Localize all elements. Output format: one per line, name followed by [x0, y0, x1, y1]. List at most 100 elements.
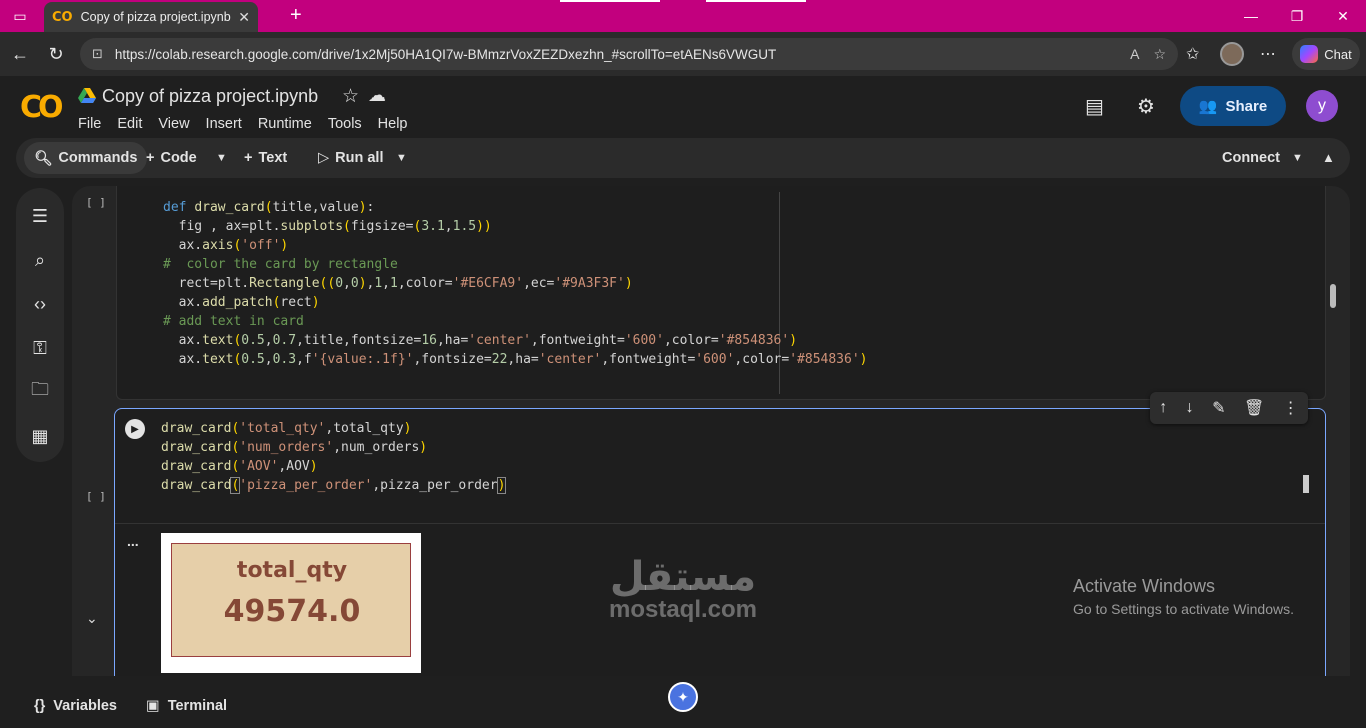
output-separator — [115, 523, 1325, 524]
colab-logo[interactable]: CO — [20, 90, 63, 125]
activate-title: Activate Windows — [1073, 576, 1216, 596]
commands-label: Commands — [58, 150, 138, 166]
braces-icon: {} — [34, 698, 46, 714]
run-all-label: Run all — [335, 150, 384, 166]
copilot-icon — [1300, 45, 1319, 63]
profile-area — [1220, 38, 1244, 70]
menu-edit[interactable]: Edit — [117, 116, 142, 132]
close-window-icon[interactable]: ✕ — [1320, 0, 1366, 32]
plus-icon: + — [146, 150, 155, 166]
play-icon: ▷ — [318, 150, 330, 166]
url-field[interactable]: ⊡ https://colab.research.google.com/driv… — [80, 38, 1178, 70]
code-snippets-icon[interactable]: ‹› — [28, 292, 52, 316]
menu-runtime[interactable]: Runtime — [258, 116, 312, 132]
menu-help[interactable]: Help — [378, 116, 408, 132]
tab-title: Copy of pizza project.ipynb - Cola — [80, 10, 233, 24]
notebook-scrollbar[interactable] — [1330, 284, 1336, 308]
data-table-icon[interactable]: ▦ — [28, 424, 52, 448]
chevron-down-icon[interactable]: ▼ — [1292, 152, 1303, 164]
cell-execution-count: [ ] — [86, 490, 106, 503]
commands-button[interactable]: 🔍︎ Commands — [24, 142, 148, 174]
editor-scroll-marker — [1303, 475, 1309, 493]
find-replace-icon[interactable]: ⌕ — [28, 248, 52, 272]
collapse-output-chevron-icon[interactable]: ⌄ — [86, 610, 98, 627]
run-all-button[interactable]: ▷ Run all — [318, 138, 384, 178]
output-card-figure: total_qty 49574.0 — [161, 533, 421, 673]
secrets-key-icon[interactable]: ⚿ — [28, 336, 52, 360]
tab-strip-divider — [706, 0, 806, 2]
move-up-icon[interactable]: ↑ — [1159, 399, 1167, 417]
refresh-icon[interactable]: ↻ — [38, 36, 74, 72]
add-code-button[interactable]: + Code — [146, 138, 197, 178]
tab-strip-divider — [560, 0, 660, 2]
read-aloud-icon[interactable]: A — [1130, 46, 1139, 62]
chevron-down-icon[interactable]: ▼ — [216, 152, 227, 164]
address-bar-row: ← ↻ ⊡ https://colab.research.google.com/… — [0, 32, 1366, 76]
terminal-icon: ▣ — [146, 698, 160, 714]
menu-view[interactable]: View — [158, 116, 189, 132]
profile-avatar[interactable] — [1220, 42, 1244, 66]
text-label: Text — [258, 150, 288, 166]
chevron-up-icon[interactable]: ▲ — [1322, 150, 1335, 165]
edit-pencil-icon[interactable]: ✎ — [1212, 398, 1225, 418]
new-tab-button[interactable]: + — [290, 4, 302, 27]
notebook-toolbar: 🔍︎ Commands + Code ▼ + Text ▷ Run all ▼ … — [16, 138, 1350, 178]
copilot-chat-button[interactable]: Chat — [1292, 38, 1360, 70]
delete-trash-icon[interactable]: 🗑 — [1244, 398, 1264, 418]
search-icon: 🔍︎ — [34, 150, 53, 167]
back-arrow-icon[interactable]: ← — [2, 36, 38, 72]
favorite-star-icon[interactable]: ☆ — [1153, 46, 1166, 63]
menu-file[interactable]: File — [78, 116, 101, 132]
share-button[interactable]: 👥 Share — [1180, 86, 1286, 126]
settings-gear-icon[interactable]: ⚙ — [1137, 94, 1155, 119]
connect-button[interactable]: Connect — [1222, 138, 1280, 178]
code-label: Code — [160, 150, 197, 166]
watermark-latin: mostaql.com — [608, 596, 758, 623]
chat-label: Chat — [1324, 46, 1352, 62]
colab-favicon-icon: CO — [52, 9, 73, 25]
more-options-icon[interactable]: ⋯ — [1260, 38, 1276, 70]
comments-icon[interactable]: ▤ — [1085, 94, 1104, 119]
notebook-title[interactable]: Copy of pizza project.ipynb — [102, 86, 318, 107]
close-tab-icon[interactable]: ✕ — [238, 9, 250, 26]
variables-label: Variables — [53, 698, 117, 714]
tab-actions-icon[interactable]: ▭ — [0, 0, 40, 32]
menu-tools[interactable]: Tools — [328, 116, 362, 132]
code-editor[interactable]: draw_card('total_qty',total_qty) draw_ca… — [161, 419, 507, 495]
terminal-button[interactable]: ▣ Terminal — [146, 698, 227, 714]
terminal-label: Terminal — [167, 698, 228, 714]
menu-insert[interactable]: Insert — [206, 116, 242, 132]
files-folder-icon[interactable]: 🗀 — [28, 379, 52, 404]
minimize-icon[interactable]: — — [1228, 0, 1274, 32]
browser-tab[interactable]: CO Copy of pizza project.ipynb - Cola ✕ — [44, 2, 258, 32]
left-sidebar: ☰ ⌕ ‹› ⚿ 🗀 ▦ — [16, 188, 64, 462]
favorites-icon[interactable]: ✩ — [1186, 38, 1199, 70]
activate-subtitle: Go to Settings to activate Windows. — [1073, 601, 1294, 617]
variables-button[interactable]: {} Variables — [34, 698, 117, 714]
restore-icon[interactable]: ❐ — [1274, 0, 1320, 32]
star-icon[interactable]: ☆ — [342, 85, 359, 108]
cloud-saved-icon[interactable]: ☁ — [368, 85, 386, 106]
code-editor[interactable]: def draw_card(title,value): fig , ax=plt… — [163, 198, 868, 369]
card-title: total_qty — [236, 558, 348, 583]
card-rectangle: total_qty 49574.0 — [171, 543, 411, 657]
output-actions-icon[interactable]: ... — [127, 533, 139, 549]
menu-bar: File Edit View Insert Runtime Tools Help — [78, 116, 408, 132]
watermark-arabic: مستقل — [609, 554, 757, 600]
user-avatar[interactable]: y — [1306, 90, 1338, 122]
chevron-down-icon[interactable]: ▼ — [396, 152, 407, 164]
code-cell[interactable]: def draw_card(title,value): fig , ax=plt… — [116, 186, 1326, 400]
move-down-icon[interactable]: ↓ — [1186, 399, 1194, 417]
mostaql-watermark: مستقل mostaql.com — [598, 554, 768, 644]
run-cell-button[interactable]: ▶ — [125, 419, 145, 439]
cell-toolbar: ↑ ↓ ✎ 🗑 ⋮ — [1150, 392, 1308, 424]
add-text-button[interactable]: + Text — [244, 138, 287, 178]
cell-execution-count: [ ] — [86, 196, 106, 209]
browser-tab-bar: ▭ CO Copy of pizza project.ipynb - Cola … — [0, 0, 1366, 32]
site-info-icon[interactable]: ⊡ — [92, 46, 103, 62]
card-value: 49574.0 — [223, 594, 361, 629]
url-text: https://colab.research.google.com/drive/… — [114, 46, 777, 62]
sparkle-badge-icon: ✦ — [668, 682, 698, 712]
table-of-contents-icon[interactable]: ☰ — [28, 204, 52, 228]
more-vert-icon[interactable]: ⋮ — [1283, 398, 1299, 418]
